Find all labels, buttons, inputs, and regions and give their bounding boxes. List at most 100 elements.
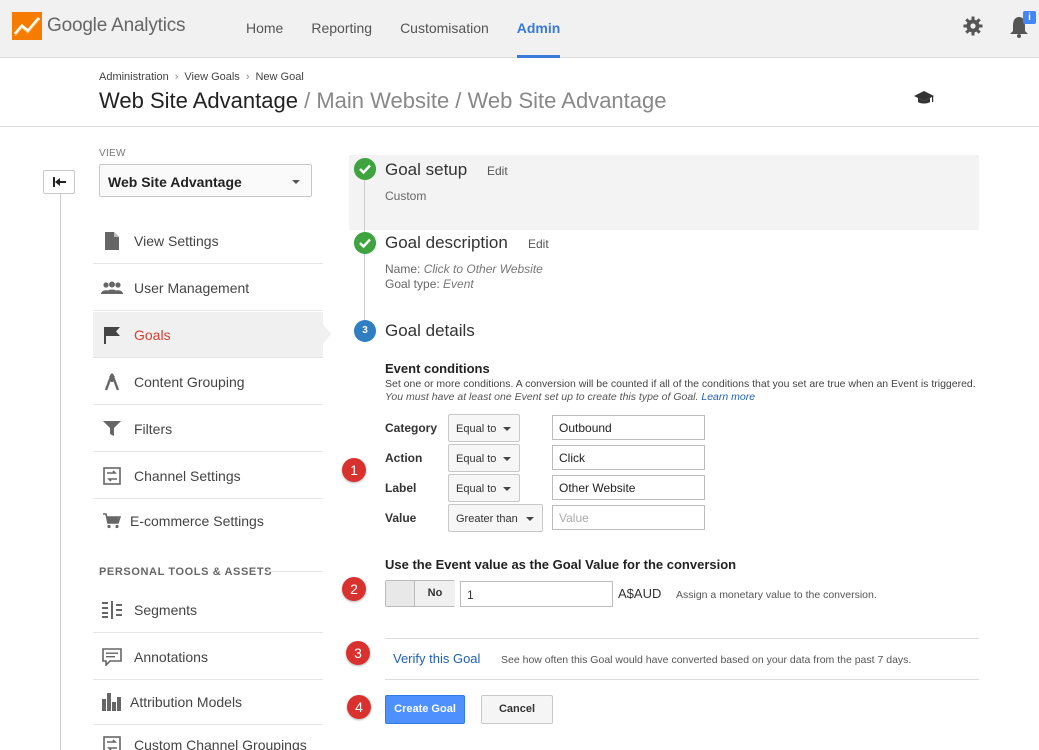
sidebar-item-label: Attribution Models — [130, 693, 243, 710]
event-conditions-note: You must have at least one Event set up … — [385, 391, 755, 403]
event-conditions-title: Event conditions — [385, 361, 490, 376]
condition-label-action: Action — [385, 451, 423, 465]
sidebar-item-view-settings[interactable]: View Settings — [93, 218, 323, 264]
sidebar-item-custom-channel-groupings[interactable]: Custom Channel Groupings — [93, 722, 323, 750]
flag-icon — [101, 325, 123, 345]
notification-badge: i — [1023, 11, 1036, 24]
sidebar-item-label: Segments — [134, 601, 198, 618]
step-number-badge: 3 — [354, 320, 376, 342]
chevron-down-icon — [503, 487, 511, 491]
page-title-main: Web Site Advantage — [99, 88, 298, 113]
sidebar-divider — [60, 190, 61, 750]
operator-value: Greater than — [456, 513, 518, 525]
main-nav: Home Reporting Customisation Admin — [232, 0, 574, 58]
sidebar-item-channel-settings[interactable]: Channel Settings — [93, 453, 323, 499]
checkmark-icon — [354, 158, 376, 180]
sidebar-item-ecommerce-settings[interactable]: E-commerce Settings — [93, 498, 323, 544]
event-conditions-note-text: You must have at least one Event set up … — [385, 391, 699, 403]
operator-value: Equal to — [456, 453, 497, 465]
sidebar-item-goals[interactable]: Goals — [93, 312, 323, 358]
graduation-cap-icon[interactable] — [913, 90, 935, 106]
divider — [385, 679, 979, 680]
segments-icon — [101, 600, 123, 620]
goal-description-title: Goal description — [385, 233, 508, 252]
nav-admin[interactable]: Admin — [503, 0, 575, 58]
chevron-down-icon — [503, 457, 511, 461]
page-title: Web Site Advantage / Main Website / Web … — [99, 88, 666, 114]
goal-name-label: Name: — [385, 262, 421, 276]
operator-value: Equal to — [456, 483, 497, 495]
operator-value: Equal to — [456, 423, 497, 435]
channel-icon — [101, 735, 123, 750]
label-value-input[interactable]: Other Website — [552, 475, 705, 500]
verify-goal-link[interactable]: Verify this Goal — [393, 651, 480, 666]
breadcrumb-separator: › — [245, 71, 250, 83]
sidebar-item-user-management[interactable]: User Management — [93, 265, 323, 311]
goal-type-line: Goal type: Event — [385, 277, 474, 291]
sidebar-item-filters[interactable]: Filters — [93, 406, 323, 452]
goal-value-toggle[interactable]: No — [385, 580, 455, 607]
step-marker-3: 3 — [346, 641, 370, 665]
page-header: Administration › View Goals › New Goal W… — [0, 58, 1039, 127]
nav-customisation[interactable]: Customisation — [386, 0, 503, 58]
breadcrumb: Administration › View Goals › New Goal — [99, 71, 304, 83]
action-value-input[interactable]: Click — [552, 445, 705, 470]
top-bar: Google Analytics Home Reporting Customis… — [0, 0, 1039, 58]
goal-description-edit-link[interactable]: Edit — [528, 237, 549, 251]
value-value-input[interactable]: Value — [552, 505, 705, 530]
goal-value-amount-input[interactable]: 1 — [460, 581, 613, 607]
annotation-icon — [101, 647, 123, 667]
condition-label-category: Category — [385, 421, 438, 435]
sidebar-item-label: Filters — [134, 420, 173, 437]
sidebar-item-label: Content Grouping — [134, 373, 245, 390]
sidebar-item-content-grouping[interactable]: Content Grouping — [93, 359, 323, 405]
goal-type-value: Event — [443, 277, 474, 291]
sidebar-item-segments[interactable]: Segments — [93, 587, 323, 633]
category-value-input[interactable]: Outbound — [552, 415, 705, 440]
view-select-value: Web Site Advantage — [108, 174, 242, 190]
goal-value-title: Use the Event value as the Goal Value fo… — [385, 557, 737, 572]
google-analytics-logo-icon — [12, 12, 42, 40]
sidebar-item-attribution-models[interactable]: Attribution Models — [93, 679, 323, 725]
page-title-subtitle: / Main Website / Web Site Advantage — [304, 88, 667, 113]
step-connector — [364, 180, 365, 330]
goal-value-hint: Assign a monetary value to the conversio… — [676, 589, 877, 601]
label-operator-select[interactable]: Equal to — [448, 474, 520, 502]
cancel-button[interactable]: Cancel — [481, 695, 553, 724]
category-operator-select[interactable]: Equal to — [448, 414, 520, 442]
breadcrumb-separator: › — [174, 71, 179, 83]
learn-more-link[interactable]: Learn more — [701, 391, 755, 403]
breadcrumb-view-goals[interactable]: View Goals — [184, 71, 239, 83]
brand-name: Google Analytics — [47, 15, 186, 36]
goal-setup-value: Custom — [385, 189, 427, 203]
goal-name-line: Name: Click to Other Website — [385, 262, 543, 276]
users-icon — [101, 278, 123, 298]
chevron-down-icon — [503, 427, 511, 431]
verify-goal-hint: See how often this Goal would have conve… — [501, 654, 912, 666]
goal-setup-title: Goal setup — [385, 160, 468, 179]
action-operator-select[interactable]: Equal to — [448, 444, 520, 472]
sidebar-item-annotations[interactable]: Annotations — [93, 634, 323, 680]
nav-home[interactable]: Home — [232, 0, 297, 58]
active-item-pointer — [323, 324, 331, 344]
step-marker-1: 1 — [342, 458, 366, 482]
create-goal-button[interactable]: Create Goal — [385, 695, 465, 724]
condition-label-label: Label — [385, 481, 417, 495]
gear-icon[interactable] — [963, 16, 983, 36]
sidebar-item-label: Channel Settings — [134, 467, 241, 484]
goal-type-label: Goal type: — [385, 277, 440, 291]
value-operator-select[interactable]: Greater than — [448, 504, 543, 532]
view-select[interactable]: Web Site Advantage — [99, 164, 312, 197]
toggle-knob — [386, 581, 415, 606]
back-button[interactable] — [43, 170, 75, 194]
goal-setup-edit-link[interactable]: Edit — [487, 164, 508, 178]
chevron-down-icon — [292, 180, 300, 184]
breadcrumb-administration[interactable]: Administration — [99, 71, 169, 83]
section-label-personal-tools: PERSONAL TOOLS & ASSETS — [99, 566, 273, 578]
event-conditions-description: Set one or more conditions. A conversion… — [385, 378, 976, 390]
sidebar-item-label: Custom Channel Groupings — [134, 737, 307, 750]
view-label: VIEW — [99, 148, 126, 159]
divider — [385, 638, 979, 639]
nav-reporting[interactable]: Reporting — [297, 0, 386, 58]
toggle-label: No — [415, 581, 455, 606]
